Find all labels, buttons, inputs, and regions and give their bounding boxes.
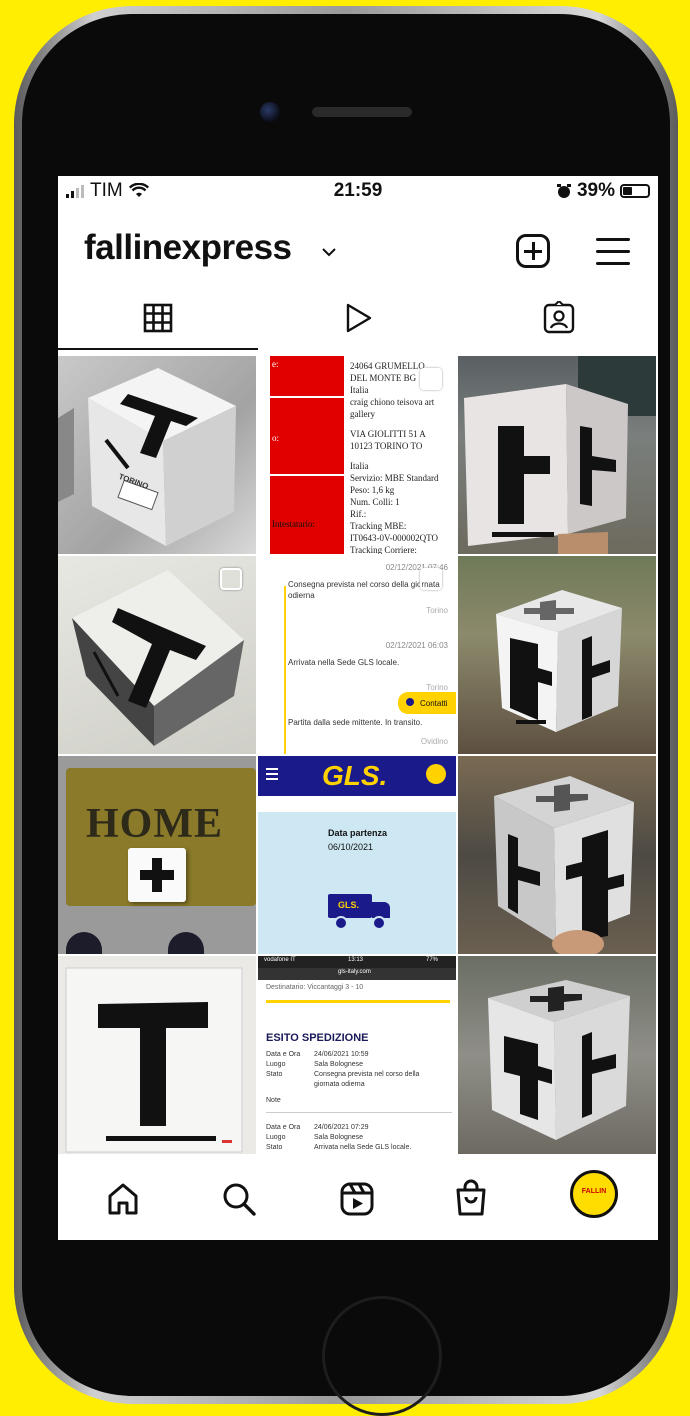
carousel-icon xyxy=(420,368,442,390)
post-thumbnail[interactable] xyxy=(458,956,656,1154)
profile-tabs xyxy=(58,288,658,350)
alarm-icon xyxy=(556,184,571,198)
post-thumbnail[interactable] xyxy=(458,556,656,754)
doc-label: e: xyxy=(272,359,279,369)
tab-reels[interactable] xyxy=(258,288,458,350)
gls-divider xyxy=(258,796,456,812)
profile-header: fallinexpress xyxy=(58,220,658,280)
post-thumbnail[interactable]: vodafone IT 13:13 77% gls-italy.com Dest… xyxy=(258,956,456,1154)
tab-posts-grid[interactable] xyxy=(58,288,258,350)
shop-icon[interactable] xyxy=(446,1174,496,1224)
profile-username[interactable]: fallinexpress xyxy=(84,228,292,268)
post-thumbnail[interactable]: GLS. Data partenza 06/10/2021 GLS. xyxy=(258,756,456,954)
cut-line: Destinatario: Viccantaggi 3 - 10 xyxy=(266,984,364,991)
post-thumbnail[interactable]: HOME xyxy=(58,756,256,954)
post-thumbnail[interactable]: 02/12/2021 07:46 Consegna prevista nel c… xyxy=(258,556,456,754)
battery-percent: 39% xyxy=(576,180,615,201)
tagged-icon xyxy=(543,301,575,334)
post-thumbnail[interactable] xyxy=(458,756,656,954)
profile-avatar[interactable]: FALLIN xyxy=(570,1170,618,1218)
mobile-status-bar: vodafone IT 13:13 77% xyxy=(258,956,456,968)
doc-label: o: xyxy=(272,433,280,443)
tracking-item: 02/12/2021 06:03 Arrivata nella Sede GLS… xyxy=(288,641,448,692)
chevron-down-icon[interactable] xyxy=(320,246,338,258)
app-screen: TIM 21:59 39% fallinexpress TORINO e: o:… xyxy=(58,176,658,1240)
cube-photo xyxy=(128,848,186,902)
reels-icon xyxy=(346,303,372,333)
cube-photo xyxy=(488,980,630,1140)
gls-logo: GLS. xyxy=(322,760,388,791)
post-thumbnail[interactable]: TORINO xyxy=(58,356,256,554)
cube-photo xyxy=(464,356,656,554)
departure-label: Data partenza xyxy=(328,828,388,838)
account-icon xyxy=(426,764,446,784)
carousel-icon xyxy=(420,568,442,590)
post-thumbnail[interactable] xyxy=(58,556,256,754)
grid-icon xyxy=(143,303,173,333)
shoe-left xyxy=(66,932,102,954)
battery-icon xyxy=(620,184,650,198)
home-button[interactable] xyxy=(322,1296,442,1416)
doc-label: Intestatario: xyxy=(272,519,315,529)
result-table: Data e Ora 24/06/2021 10:59 Luogo Sala Bol… xyxy=(266,1050,452,1153)
cube-photo xyxy=(58,368,236,546)
post-thumbnail[interactable] xyxy=(58,956,256,1154)
person-icon xyxy=(406,698,414,706)
cube-photo xyxy=(494,776,634,954)
menu-icon[interactable] xyxy=(596,238,630,274)
tab-tagged[interactable] xyxy=(458,288,658,350)
contact-button: Contatti xyxy=(398,692,456,714)
post-grid: TORINO e: o: Intestatario: 24064 GRUMELL… xyxy=(58,356,658,1158)
reels-nav-icon[interactable] xyxy=(332,1174,382,1224)
gls-header: GLS. xyxy=(258,756,456,796)
truck-icon: GLS. xyxy=(328,894,392,930)
menu-icon xyxy=(266,768,278,780)
doc-divider xyxy=(270,474,344,476)
carousel-icon xyxy=(220,568,242,590)
status-bar: TIM 21:59 39% xyxy=(58,176,658,206)
cube-photo xyxy=(496,590,622,732)
url-bar: gls-italy.com xyxy=(258,968,456,980)
home-icon[interactable] xyxy=(98,1174,148,1224)
avatar-logo: FALLIN xyxy=(581,1188,607,1195)
front-camera xyxy=(260,102,280,122)
doc-divider xyxy=(270,396,344,398)
search-icon[interactable] xyxy=(214,1174,264,1224)
shoe-right xyxy=(168,932,204,954)
new-post-icon[interactable] xyxy=(516,234,550,268)
post-thumbnail[interactable]: e: o: Intestatario: 24064 GRUMELLO DEL M… xyxy=(258,356,456,554)
post-thumbnail[interactable] xyxy=(458,356,656,554)
tracking-timeline xyxy=(284,586,286,754)
earpiece-speaker xyxy=(312,107,412,117)
bottom-nav: FALLIN xyxy=(58,1160,658,1240)
cube-photo xyxy=(65,967,243,1153)
doormat-text: HOME xyxy=(86,801,223,847)
yellow-rule xyxy=(266,1000,450,1003)
result-heading: ESITO SPEDIZIONE xyxy=(266,1032,369,1044)
active-tab-indicator xyxy=(58,348,258,350)
departure-date: 06/10/2021 xyxy=(328,842,374,852)
